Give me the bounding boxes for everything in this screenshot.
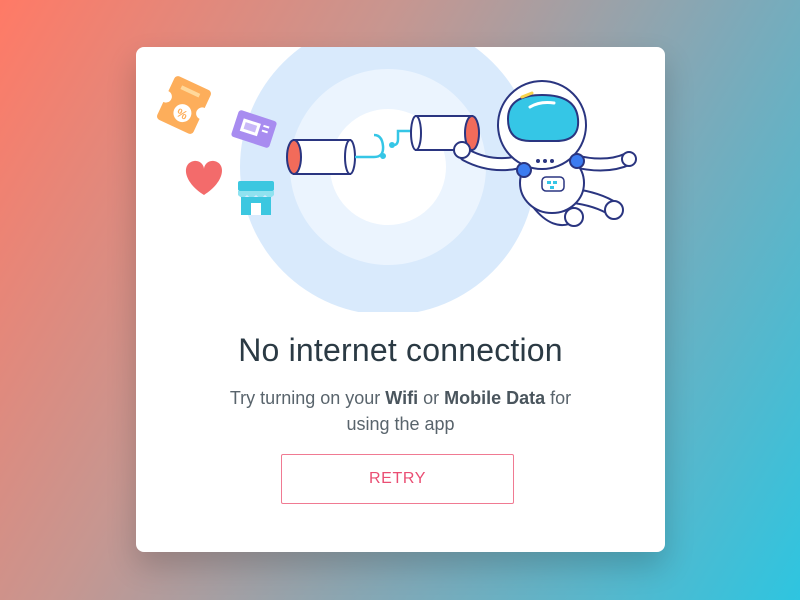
retry-button[interactable]: RETRY: [281, 454, 514, 504]
ticket-icon: %: [157, 76, 211, 134]
heart-icon: [185, 160, 223, 195]
store-icon: [238, 181, 274, 215]
message-text: Try turning on your: [229, 388, 386, 408]
no-connection-dialog: % No internet connection Try turning on …: [136, 47, 665, 552]
error-message: Try turning on your Wifi or Mobile Data …: [226, 385, 575, 437]
no-connection-illustration: %: [157, 47, 637, 312]
wifi-keyword: Wifi: [385, 388, 419, 408]
mobile-data-keyword: Mobile Data: [444, 388, 546, 408]
page-title: No internet connection: [238, 332, 563, 368]
message-text: or: [418, 388, 445, 408]
